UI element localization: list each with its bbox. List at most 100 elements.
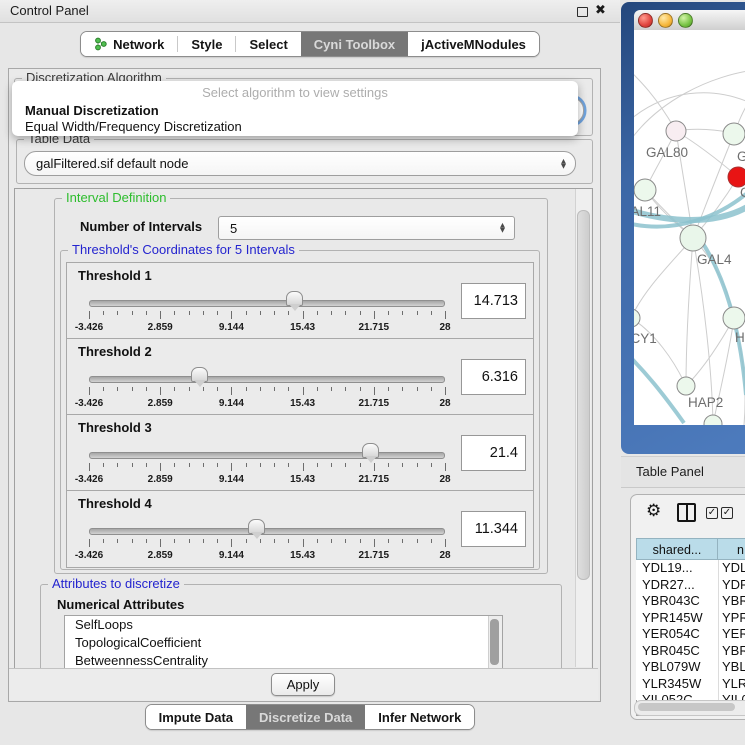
table-row[interactable]: YBL079WYBL0 [636,659,745,676]
threshold-3-panel: Threshold 3 -3.4262.8599.14415.4321.7152… [66,414,534,492]
threshold-3-slider[interactable]: -3.4262.8599.14415.4321.71528 [89,437,445,487]
tab-network-label: Network [113,37,164,52]
table-row[interactable]: YDR27...YDR2 [636,577,745,594]
network-node[interactable] [680,225,706,251]
column-separator [718,560,719,700]
threshold-2-label: Threshold 2 [78,344,152,359]
interval-definition-legend: Interval Definition [62,190,170,205]
threshold-3-value-field[interactable]: 21.4 [461,435,526,471]
network-node-label: GA [737,149,745,164]
slider-ticks [89,311,445,320]
network-edge[interactable] [634,93,745,125]
tab-cyni-toolbox[interactable]: Cyni Toolbox [301,32,408,56]
split-columns-icon[interactable] [677,503,696,522]
table-data-combobox[interactable]: galFiltered.sif default node ▲▼ [24,151,576,176]
network-node[interactable] [666,121,686,141]
network-edge[interactable] [634,238,693,318]
network-node-label: GAL80 [646,145,688,160]
network-node-label: GAL4 [697,252,732,267]
panel-title: Control Panel [10,3,89,18]
slider-ticks [89,387,445,396]
slider-track[interactable] [89,528,445,535]
table-row[interactable]: YER054CYER0 [636,626,745,643]
tab-impute-data[interactable]: Impute Data [146,705,246,729]
settings-scrollbar-thumb[interactable] [577,210,590,580]
checkbox-icon[interactable]: ✓ [721,507,733,519]
slider-track[interactable] [89,300,445,307]
threshold-4-slider[interactable]: -3.4262.8599.14415.4321.71528 [89,513,445,563]
slider-ticks [89,539,445,548]
number-of-intervals-combobox[interactable]: 5 ▲▼ [218,216,515,240]
table-header-row: shared... n [636,538,745,560]
column-header-name[interactable]: n [718,538,745,560]
network-node-label: H [735,330,745,345]
slider-handle[interactable] [286,291,303,306]
network-node[interactable] [704,415,722,425]
threshold-1-slider[interactable]: -3.4262.8599.14415.4321.71528 [89,285,445,335]
network-node-label: GCY1 [634,331,657,346]
table-hscrollbar-thumb[interactable] [638,703,735,711]
float-window-icon[interactable] [577,7,588,17]
table-row[interactable]: YDL19...YDL1 [636,560,745,577]
network-node[interactable] [723,307,745,329]
tab-jactivemnodules[interactable]: jActiveMNodules [408,32,539,56]
tab-style[interactable]: Style [178,32,235,56]
zoom-traffic-light-icon[interactable] [678,13,693,28]
slider-tick-labels: -3.4262.8599.14415.4321.71528 [89,550,445,563]
network-node[interactable] [723,123,745,145]
list-item[interactable]: SelfLoops [65,616,502,634]
tab-select[interactable]: Select [236,32,300,56]
network-edge[interactable] [634,318,686,386]
slider-track[interactable] [89,452,445,459]
threshold-4-label: Threshold 4 [78,496,152,511]
dropdown-hint: Select algorithm to view settings [12,85,578,100]
thresholds-legend: Threshold's Coordinates for 5 Intervals [68,242,299,257]
slider-handle[interactable] [248,519,265,534]
network-node[interactable] [634,309,640,327]
network-icon [94,37,107,51]
minimize-traffic-light-icon[interactable] [658,13,673,28]
table-row[interactable]: YBR045CYBR0 [636,643,745,660]
table-row[interactable]: YPR145WYPR1 [636,610,745,627]
top-tab-strip: Network Style Select Cyni Toolbox jActiv… [0,31,620,57]
table-row[interactable]: YLR345WYLR3 [636,676,745,693]
network-node[interactable] [634,179,656,201]
network-edge-highlighted[interactable] [634,350,684,423]
table-panel-header: Table Panel [621,456,745,488]
close-icon[interactable]: ✖ [595,3,606,18]
slider-handle[interactable] [191,367,208,382]
threshold-2-slider[interactable]: -3.4262.8599.14415.4321.71528 [89,361,445,411]
network-node[interactable] [677,377,695,395]
dropdown-option-equal-width-frequency[interactable]: Equal Width/Frequency Discretization [12,118,578,135]
slider-track[interactable] [89,376,445,383]
network-node-label: HAP2 [688,395,723,410]
dropdown-option-manual-discretization[interactable]: Manual Discretization [12,102,578,119]
checkbox-icon[interactable]: ✓ [706,507,718,519]
table-row[interactable]: YIL052CYIL0 [636,692,745,700]
threshold-4-value-field[interactable]: 11.344 [461,511,526,547]
numerical-attributes-label: Numerical Attributes [57,597,184,612]
table-row[interactable]: YBR043CYBR0 [636,593,745,610]
apply-button[interactable]: Apply [271,673,335,696]
tab-discretize-data[interactable]: Discretize Data [246,705,365,729]
slider-handle[interactable] [362,443,379,458]
attributes-legend: Attributes to discretize [48,576,184,591]
slider-tick-labels: -3.4262.8599.14415.4321.71528 [89,398,445,411]
number-of-intervals-value: 5 [219,221,237,236]
network-edge[interactable] [686,318,734,386]
network-node-label: C [740,185,745,200]
column-header-shared-name[interactable]: shared... [636,538,718,560]
tab-network[interactable]: Network [81,32,177,56]
threshold-2-value-field[interactable]: 6.316 [461,359,526,395]
close-traffic-light-icon[interactable] [638,13,653,28]
settings-gear-icon[interactable]: ⚙ [646,501,661,521]
threshold-3-label: Threshold 3 [78,420,152,435]
tab-infer-network[interactable]: Infer Network [365,705,474,729]
threshold-1-value-field[interactable]: 14.713 [461,283,526,319]
list-item[interactable]: TopologicalCoefficient [65,634,502,652]
network-edge[interactable] [686,238,693,386]
network-canvas[interactable]: GAL80 GA C GAL11 GAL4 GCY1 H HAP2 [634,30,745,425]
network-node-label: GAL11 [634,204,661,219]
network-node[interactable] [728,167,745,187]
attributes-scrollbar-thumb[interactable] [490,619,499,665]
